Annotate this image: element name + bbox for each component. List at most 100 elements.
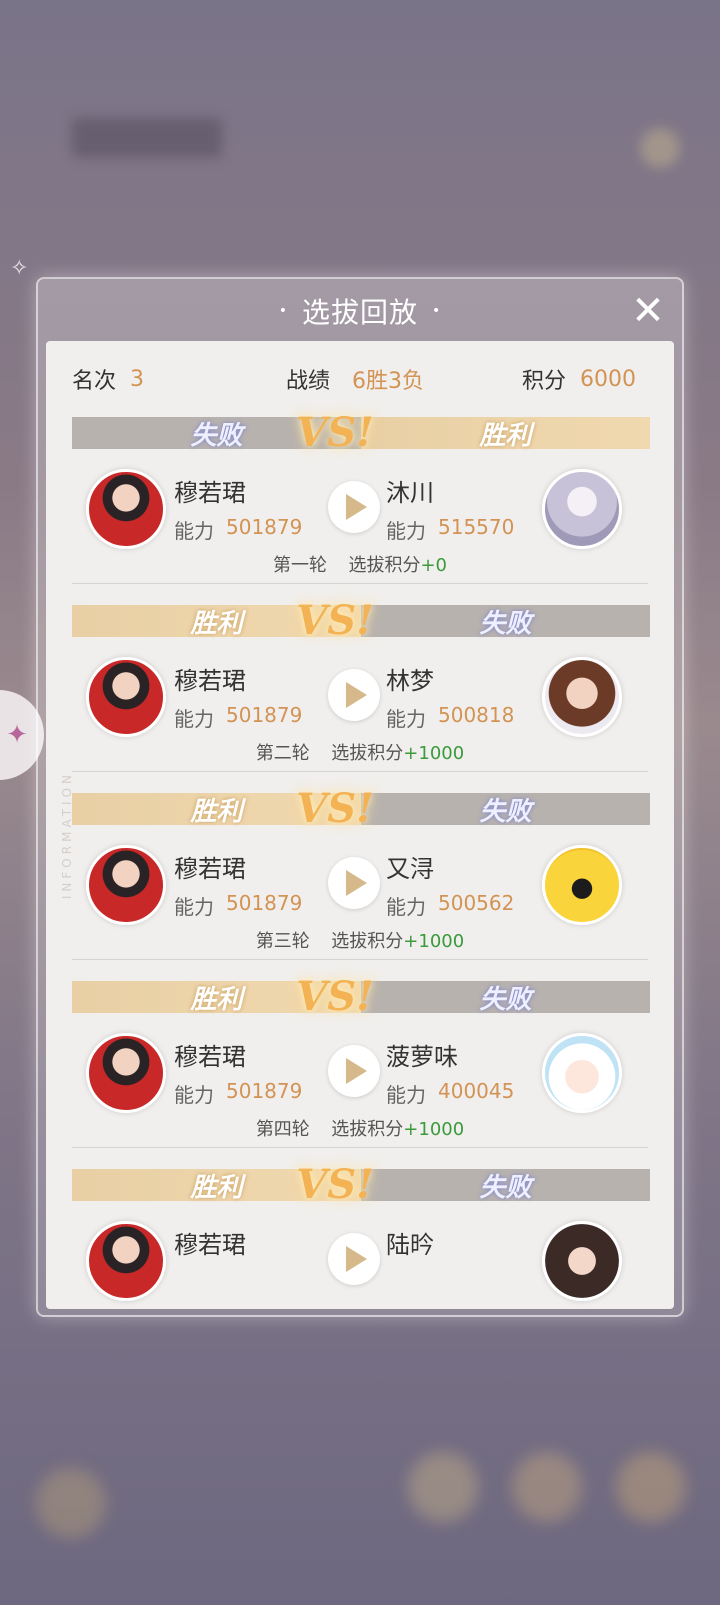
power-value: 501879 [226,703,303,727]
round-info: 第二轮 选拔积分+1000 [46,739,674,765]
divider [72,959,648,960]
opponent-name: 陆昑 [386,1231,434,1259]
power-value: 501879 [226,515,303,539]
match-card: 胜利 失败 VS! 穆若珺 能力 501879 菠萝味 能力 400045 第四… [46,973,674,1169]
match-card: 失败 胜利 VS! 穆若珺 能力 501879 沐川 能力 515570 第一轮… [46,409,674,605]
power-value: 501879 [226,891,303,915]
bottom-icon-left[interactable] [36,1468,106,1538]
summary-row: 名次 3 战绩 6胜3负 积分 6000 [46,359,674,399]
close-icon[interactable]: ✕ [628,291,668,333]
background-title [72,118,222,158]
feather-icon: ✦ [6,720,28,750]
player-power: 能力 501879 [174,515,302,544]
play-icon [346,1246,367,1272]
power-value: 500818 [438,703,515,727]
play-icon [346,1058,367,1084]
play-replay-button[interactable] [328,857,380,909]
opponent-power: 能力 500562 [386,891,514,920]
power-label: 能力 [386,519,426,543]
score-label: 积分 [522,369,567,394]
power-value: 501879 [226,1079,303,1103]
right-result: 失败 [361,605,650,639]
opponent-power: 能力 400045 [386,1079,514,1108]
match-card: 胜利 失败 VS! 穆若珺 能力 501879 又浔 能力 500562 第三轮… [46,785,674,981]
vs-badge: VS! [296,597,374,644]
power-label: 能力 [386,707,426,731]
points-label: 选拔积分 [331,931,404,952]
play-icon [346,870,367,896]
play-replay-button[interactable] [328,1045,380,1097]
opponent-power: 能力 515570 [386,515,514,544]
rank: 名次 3 [72,359,144,399]
opponent-name: 林梦 [386,667,434,695]
score: 积分 6000 [522,359,636,399]
round-info: 第一轮 选拔积分+0 [46,551,674,577]
record: 战绩 6胜3负 [286,359,424,399]
opponent-name: 沐川 [386,479,434,507]
opponent-avatar[interactable] [542,845,622,925]
round-info: 第三轮 选拔积分+1000 [46,927,674,953]
player-avatar[interactable] [86,657,166,737]
title-star-right-icon: • [432,303,442,319]
bottom-icon-2[interactable] [512,1452,582,1522]
play-icon [346,682,367,708]
divider [72,771,648,772]
points-label: 选拔积分 [348,555,421,576]
bottom-icon-3[interactable] [616,1452,686,1522]
power-value: 515570 [438,515,515,539]
replay-modal: • 选拔回放 • ✕ INFORMATION 名次 3 战绩 6胜3负 积分 6… [36,277,684,1317]
play-replay-button[interactable] [328,481,380,533]
vs-badge: VS! [296,973,374,1020]
record-value: 6胜3负 [352,369,425,394]
round-label: 第四轮 [255,1119,310,1140]
power-value: 500562 [438,891,515,915]
round-label: 第三轮 [255,931,310,952]
power-label: 能力 [174,707,214,731]
match-card: 胜利 失败 VS! 穆若珺 能力 501879 林梦 能力 500818 第二轮… [46,597,674,793]
opponent-power: 能力 500818 [386,703,514,732]
power-label: 能力 [174,895,214,919]
power-value: 400045 [438,1079,515,1103]
opponent-name: 又浔 [386,855,434,883]
points-value: +0 [420,555,447,576]
opponent-avatar[interactable] [542,657,622,737]
vs-badge: VS! [296,409,374,456]
title-star-left-icon: • [278,303,288,319]
power-label: 能力 [174,519,214,543]
player-avatar[interactable] [86,845,166,925]
right-result: 胜利 [361,417,650,451]
power-label: 能力 [386,1083,426,1107]
rank-value: 3 [130,366,145,392]
points-label: 选拔积分 [331,1119,404,1140]
round-label: 第一轮 [272,555,327,576]
play-replay-button[interactable] [328,669,380,721]
vs-badge: VS! [296,785,374,832]
player-power: 能力 501879 [174,703,302,732]
record-label: 战绩 [286,369,331,394]
player-name: 穆若珺 [174,1043,246,1071]
opponent-avatar[interactable] [542,1221,622,1301]
bottom-icon-1[interactable] [408,1452,478,1522]
player-power: 能力 501879 [174,1079,302,1108]
player-avatar[interactable] [86,1033,166,1113]
player-avatar[interactable] [86,1221,166,1301]
power-label: 能力 [386,895,426,919]
opponent-avatar[interactable] [542,1033,622,1113]
rank-label: 名次 [72,369,117,394]
power-label: 能力 [174,1083,214,1107]
divider [72,583,648,584]
divider [72,1147,648,1148]
points-label: 选拔积分 [331,743,404,764]
points-value: +1000 [403,1119,465,1140]
player-avatar[interactable] [86,469,166,549]
player-power: 能力 501879 [174,891,302,920]
score-value: 6000 [580,366,637,392]
points-value: +1000 [403,743,465,764]
player-name: 穆若珺 [174,479,246,507]
play-replay-button[interactable] [328,1233,380,1285]
dragonfly-icon: ✧ [10,256,29,281]
right-result: 失败 [361,1169,650,1203]
opponent-avatar[interactable] [542,469,622,549]
player-name: 穆若珺 [174,1231,246,1259]
points-value: +1000 [403,931,465,952]
